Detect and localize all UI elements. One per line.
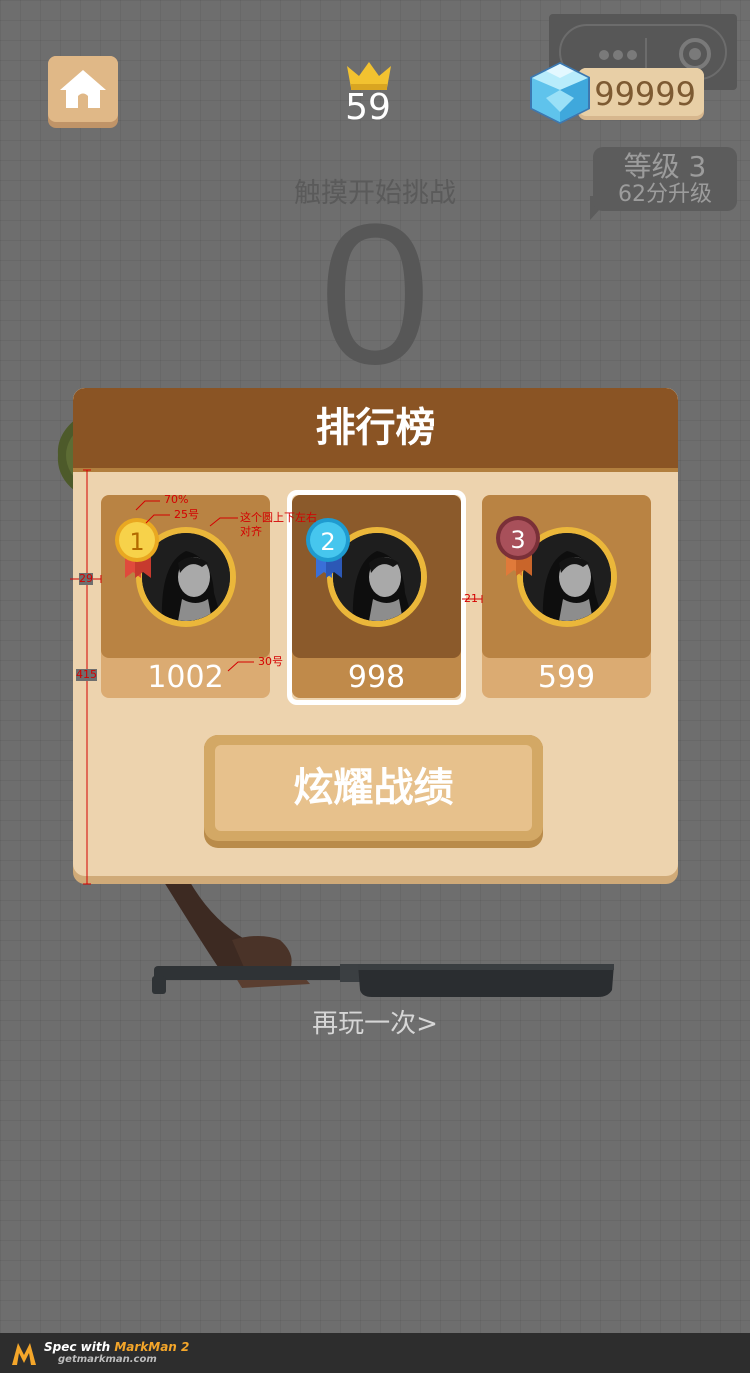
annotation-percent: 70% bbox=[164, 493, 189, 506]
markman-footer: Spec with MarkMan 2 getmarkman.com bbox=[0, 1333, 750, 1373]
target-close-icon[interactable] bbox=[679, 38, 711, 70]
annotation-align-note-2: 对齐 bbox=[240, 525, 262, 538]
home-button[interactable] bbox=[48, 56, 118, 128]
annotation-panel-height: 415 bbox=[76, 668, 97, 681]
bronze-medal-icon: 3 bbox=[494, 514, 542, 580]
footer-brand: MarkMan 2 bbox=[114, 1340, 190, 1354]
footer-spec-with: Spec with bbox=[44, 1340, 115, 1354]
annotation-medal-size: 25号 bbox=[174, 508, 199, 521]
markman-logo-icon bbox=[12, 1343, 36, 1365]
leaderboard-header: 排行榜 bbox=[73, 388, 678, 472]
replay-link[interactable]: 再玩一次> bbox=[0, 1004, 750, 1044]
rank-score: 599 bbox=[537, 660, 596, 695]
medal-rank: 3 bbox=[510, 526, 526, 554]
share-score-label: 炫耀战绩 bbox=[293, 765, 454, 811]
capsule-divider bbox=[645, 38, 647, 70]
annotation-card-gap: 21 bbox=[464, 592, 478, 605]
footer-site: getmarkman.com bbox=[58, 1354, 157, 1365]
diamond-icon bbox=[530, 62, 590, 124]
medal-rank: 2 bbox=[320, 528, 336, 556]
leaderboard-title: 排行榜 bbox=[315, 405, 436, 451]
medal-rank: 1 bbox=[129, 528, 145, 556]
gold-medal-icon: 1 bbox=[113, 516, 161, 582]
silver-medal-icon: 2 bbox=[304, 516, 352, 582]
annotation-align-note-1: 这个圆上下左右 bbox=[240, 511, 317, 524]
home-icon bbox=[60, 70, 106, 108]
current-score: 0 bbox=[319, 183, 431, 406]
annotation-left-margin: 29 bbox=[79, 572, 93, 585]
share-score-button[interactable]: 炫耀战绩 bbox=[204, 735, 543, 848]
chef-pan-illustration bbox=[152, 882, 614, 997]
rank-score: 1002 bbox=[147, 660, 224, 695]
more-dots-icon[interactable] bbox=[599, 50, 639, 60]
best-score: 59 bbox=[345, 87, 391, 128]
annotation-score-font: 30号 bbox=[258, 655, 283, 668]
diamond-count: 99999 bbox=[594, 75, 696, 113]
